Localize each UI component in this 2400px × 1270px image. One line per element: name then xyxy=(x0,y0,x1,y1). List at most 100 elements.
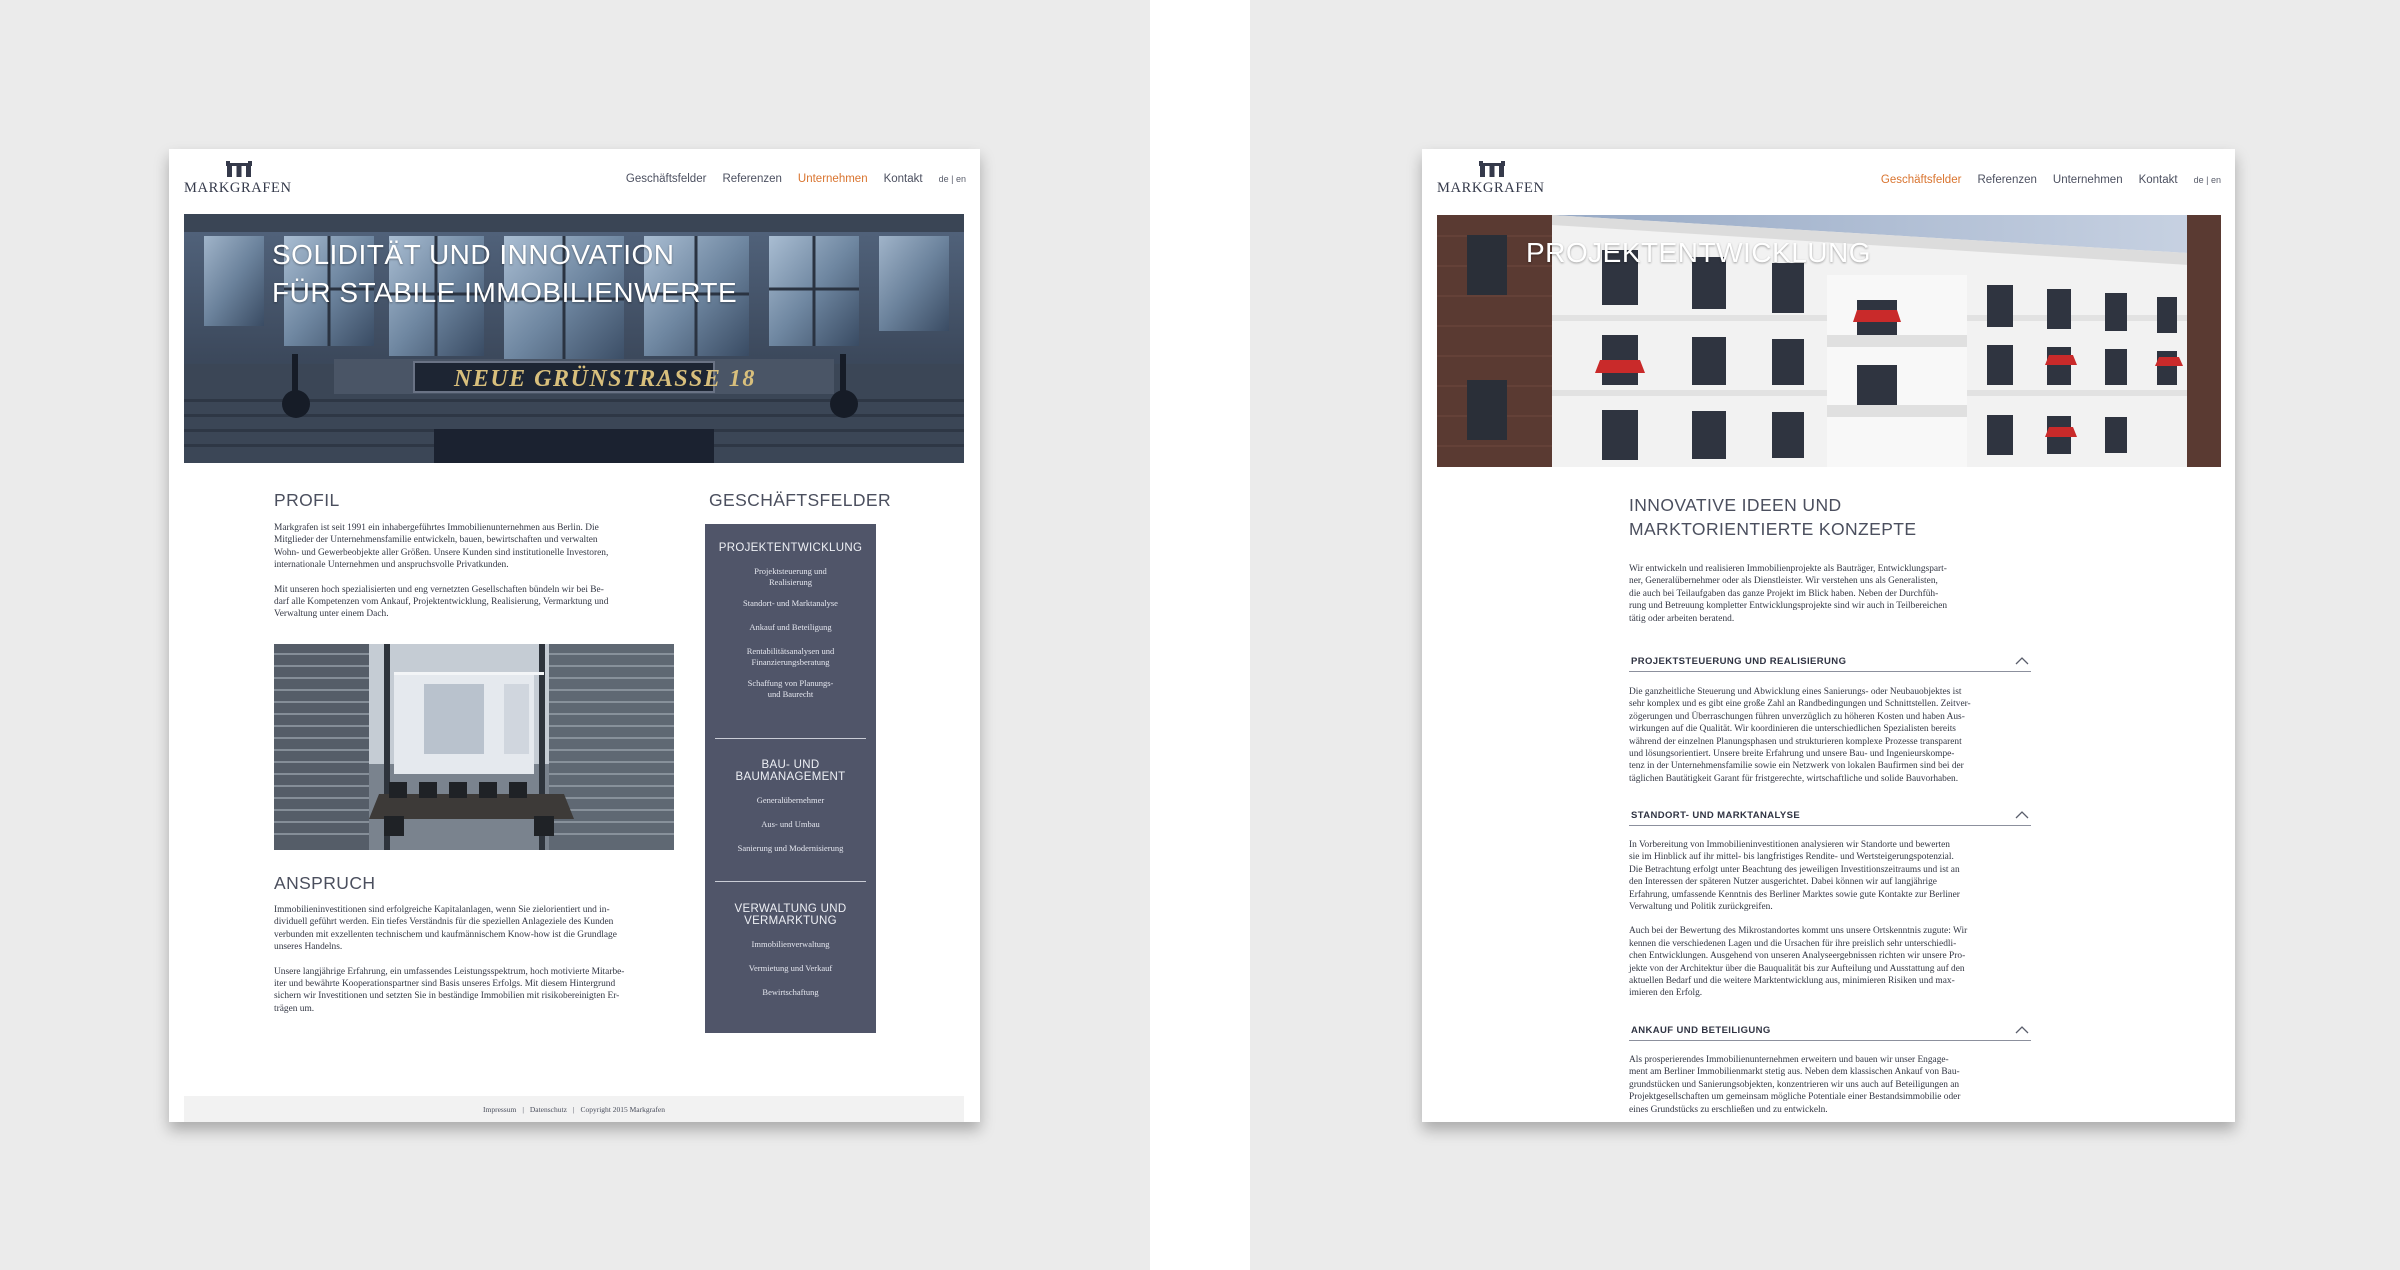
text-line: zögerungen und Überraschungen führen unv… xyxy=(1629,711,1965,722)
footer-separator: | xyxy=(572,1104,575,1114)
chevron-up-icon[interactable] xyxy=(2015,1025,2029,1035)
lang-de-link[interactable]: de xyxy=(939,174,949,184)
nav-item-unternehmen[interactable]: Unternehmen xyxy=(2053,174,2123,186)
footer-copyright: Copyright 2015 Markgrafen xyxy=(580,1104,666,1114)
page-unternehmen: MARKGRAFEN Geschäftsfelder Referenzen Un… xyxy=(169,149,980,1122)
text-line: imieren den Erfolg. xyxy=(1629,988,1703,999)
text-line: Als prosperierendes Immobilienunternehme… xyxy=(1629,1055,1949,1065)
hero-title: PROJEKTENTWICKLUNG xyxy=(1526,237,1872,268)
gf-link-line: Realisierung xyxy=(769,577,812,587)
accordion-header-ankauf[interactable]: ANKAUF UND BETEILIGUNG xyxy=(1629,1023,2031,1041)
street-sign-text: NEUE GRÜNSTRASSE 18 xyxy=(453,366,756,392)
gf-link-vermietung[interactable]: Vermietung und Verkauf xyxy=(705,963,876,974)
text-line: darf alle Kompetenzen vom Ankauf, Projek… xyxy=(274,597,609,608)
gf-link-sanierung[interactable]: Sanierung und Modernisierung xyxy=(705,843,876,854)
chevron-up-icon[interactable] xyxy=(2015,656,2029,666)
text-line: tenz in der Unternehmensfamilie sowie ei… xyxy=(1629,761,1964,772)
accordion-body-standortanalyse: In Vorbereitung von Immobilieninvestitio… xyxy=(1629,839,2039,1012)
gf-group-title[interactable]: PROJEKTENTWICKLUNG xyxy=(705,542,876,554)
nav-item-geschaeftsfelder[interactable]: Geschäftsfelder xyxy=(626,173,707,185)
profil-heading: PROFIL xyxy=(274,490,340,510)
text-line: rung und Betreuung kompletter Entwicklun… xyxy=(1629,601,1948,612)
gf-link-line: Projektsteuerung und xyxy=(754,566,827,576)
text-line: chen Entwicklungen. Ausgehend von unsere… xyxy=(1629,951,1966,962)
logo-mark-icon xyxy=(1479,161,1505,177)
page-projektentwicklung: MARKGRAFEN Geschäftsfelder Referenzen Un… xyxy=(1422,149,2235,1122)
gf-link-generaluebernehmer[interactable]: Generalübernehmer xyxy=(705,795,876,806)
gf-group-verwaltung: VERWALTUNG UND VERMARKTUNG Immobilienver… xyxy=(705,903,876,998)
logo[interactable]: MARKGRAFEN xyxy=(184,161,294,199)
gf-link-line: Schaffung von Planungs- xyxy=(747,678,834,688)
nav-item-unternehmen[interactable]: Unternehmen xyxy=(798,173,868,185)
accordion-title: STANDORT- UND MARKTANALYSE xyxy=(1631,810,1801,821)
nav-item-referenzen[interactable]: Referenzen xyxy=(1977,174,2036,186)
text-line: eines Grundstücks zu erschließen und zu … xyxy=(1629,1104,1828,1115)
lang-de-link[interactable]: de xyxy=(2194,175,2204,185)
nav-item-referenzen[interactable]: Referenzen xyxy=(722,173,781,185)
hero-title: SOLIDITÄT UND INNOVATION FÜR STABILE IMM… xyxy=(272,236,737,312)
nav-item-kontakt[interactable]: Kontakt xyxy=(884,173,923,185)
accordion-title: ANKAUF UND BETEILIGUNG xyxy=(1631,1025,1771,1036)
text-line: kennen die verschiedenen Lagen und die U… xyxy=(1629,938,1957,949)
accordion-body-ankauf: Als prosperierendes Immobilienunternehme… xyxy=(1629,1054,2039,1116)
logo-mark-icon xyxy=(226,161,252,177)
divider-band xyxy=(1150,0,1250,1270)
gf-link-ankauf[interactable]: Ankauf und Beteiligung xyxy=(705,622,876,633)
text-line: verbunden mit exzellenten technischem un… xyxy=(274,929,617,940)
nav-item-geschaeftsfelder[interactable]: Geschäftsfelder xyxy=(1881,174,1962,186)
accordion-body-projektsteuerung: Die ganzheitliche Steuerung und Abwicklu… xyxy=(1629,686,2039,785)
gf-link-line: und Baurecht xyxy=(767,689,814,699)
logo-text: MARKGRAFEN xyxy=(184,180,292,196)
hero-title-line2: FÜR STABILE IMMOBILIENWERTE xyxy=(272,277,738,308)
logo[interactable]: MARKGRAFEN xyxy=(1437,161,1547,199)
lang-separator: | xyxy=(2206,175,2209,185)
gf-link-projektsteuerung[interactable]: Projektsteuerung und Realisierung xyxy=(705,566,876,588)
lang-separator: | xyxy=(951,174,954,184)
gf-title-line: BAU- UND xyxy=(761,759,820,771)
gf-group-title[interactable]: VERWALTUNG UND VERMARKTUNG xyxy=(705,903,876,927)
anspruch-heading: ANSPRUCH xyxy=(274,873,376,893)
accordion-paragraph: Auch bei der Bewertung des Mikrostandort… xyxy=(1629,925,2039,999)
lang-en-link[interactable]: en xyxy=(956,174,966,184)
text-line: während der einzelnen Planungsphasen und… xyxy=(1629,736,1962,747)
footer-impressum-link[interactable]: Impressum xyxy=(483,1105,516,1114)
text-line: Erfahrung, umfassende Kenntnis des Berli… xyxy=(1629,889,1960,900)
text-line: täglichen Bautätigkeit Garant für fristg… xyxy=(1629,773,1959,784)
accordion-header-projektsteuerung[interactable]: PROJEKTSTEUERUNG UND REALISIERUNG xyxy=(1629,654,2031,672)
nav-item-kontakt[interactable]: Kontakt xyxy=(2139,174,2178,186)
text-line: sie im Hinblick auf ihr mittel- bis lang… xyxy=(1629,852,1954,863)
gf-link-ausbau[interactable]: Aus- und Umbau xyxy=(705,819,876,830)
gf-title-line: BAUMANAGEMENT xyxy=(735,771,846,783)
gf-group-title[interactable]: BAU- UND BAUMANAGEMENT xyxy=(705,759,876,783)
gf-link-rentabilitaet[interactable]: Rentabilitätsanalysen und Finanzierungsb… xyxy=(705,646,876,668)
text-line: dividuell geführt werden. Ein tiefes Ver… xyxy=(274,917,614,928)
gf-link-baurecht[interactable]: Schaffung von Planungs- und Baurecht xyxy=(705,678,876,700)
chevron-up-icon[interactable] xyxy=(2015,810,2029,820)
text-line: trägen um. xyxy=(274,1003,315,1014)
profil-paragraph-2: Mit unseren hoch spezialisierten und eng… xyxy=(274,584,684,621)
gf-divider xyxy=(715,738,866,739)
gf-link-bewirtschaftung[interactable]: Bewirtschaftung xyxy=(705,987,876,998)
gf-link-immobilienverwaltung[interactable]: Immobilienverwaltung xyxy=(705,939,876,950)
gf-link-line: Finanzierungsberatung xyxy=(751,657,830,667)
language-switch: de | en xyxy=(2194,175,2221,185)
text-line: ner, Generalübernehmer oder als Dienstle… xyxy=(1629,576,1938,587)
text-line: und lösungsorientiert. Unsere breite Erf… xyxy=(1629,749,1955,760)
accordion-header-standortanalyse[interactable]: STANDORT- UND MARKTANALYSE xyxy=(1629,808,2031,826)
footer-datenschutz-link[interactable]: Datenschutz xyxy=(530,1105,567,1114)
profil-text: Markgrafen ist seit 1991 ein inhabergefü… xyxy=(274,522,684,633)
text-line: wirkungen auf die Qualität. Wir koordini… xyxy=(1629,724,1956,735)
text-line: Verwaltung unter einem Dach. xyxy=(274,609,389,620)
text-line: jekte von der Architektur über die Bauqu… xyxy=(1629,963,1965,974)
text-line: sehr komplex und es gibt eine große Zahl… xyxy=(1629,699,1971,710)
text-line: sichern wir Investitionen und setzten Si… xyxy=(274,991,620,1002)
lang-en-link[interactable]: en xyxy=(2211,175,2221,185)
gf-link-standortanalyse[interactable]: Standort- und Marktanalyse xyxy=(705,598,876,609)
text-line: Mit unseren hoch spezialisierten und eng… xyxy=(274,584,604,595)
hero-image: NEUE GRÜNSTRASSE 18 SOLIDITÄT UND INNOVA… xyxy=(184,214,964,463)
text-line: grundstücken und Sanierungsobjekten, kon… xyxy=(1629,1079,1960,1090)
logo-text: MARKGRAFEN xyxy=(1437,180,1545,196)
text-line: Verwaltung und Politik zurückgreifen. xyxy=(1629,902,1773,913)
language-switch: de | en xyxy=(939,174,966,184)
gf-group-projektentwicklung: PROJEKTENTWICKLUNG Projektsteuerung und … xyxy=(705,542,876,700)
